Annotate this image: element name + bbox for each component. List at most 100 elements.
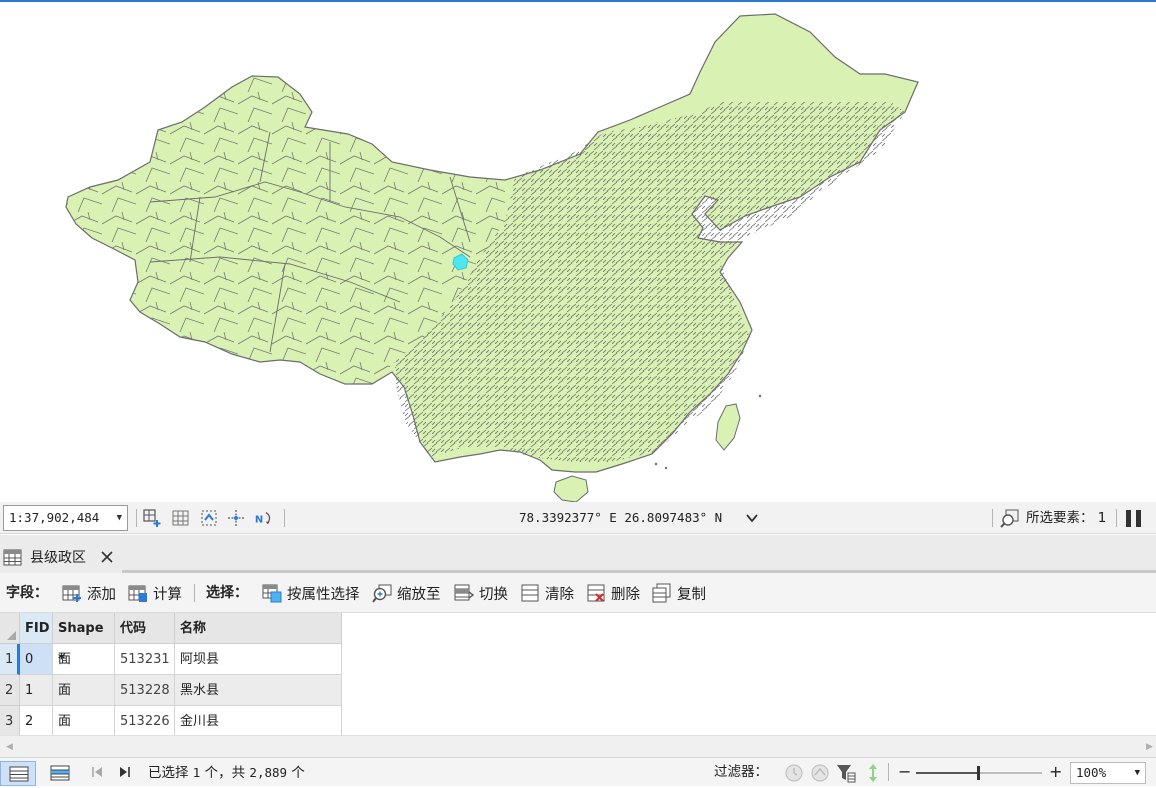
column-header-code[interactable]: 代码 [115, 613, 175, 644]
table-status-bar: 已选择 1 个，共 2,889 个 过滤器： − + 100% ▼ [0, 757, 1156, 786]
column-header-name[interactable]: 名称 [175, 613, 342, 644]
divider [194, 584, 195, 602]
delete-icon [587, 584, 605, 602]
hainan-island [553, 475, 589, 502]
taiwan-island [715, 403, 741, 451]
clear-selection-button[interactable]: 清除 [520, 581, 574, 605]
show-all-records-button[interactable] [0, 761, 36, 786]
scale-selector[interactable]: 1:37,902,484 ▼ [3, 505, 128, 531]
clear-selection-label: 清除 [545, 586, 574, 603]
divider [1116, 509, 1117, 527]
time-filter-icon[interactable] [784, 763, 804, 783]
zoom-to-button[interactable]: 缩放至 [372, 581, 441, 605]
add-field-icon [62, 585, 81, 602]
select-by-attributes-button[interactable]: 按属性选择 [262, 581, 360, 605]
divider [888, 763, 889, 781]
switch-selection-label: 切换 [479, 586, 508, 603]
delete-selection-label: 删除 [611, 586, 640, 603]
select-all-corner[interactable] [0, 613, 20, 644]
zoom-level-selector[interactable]: 100% ▼ [1070, 762, 1146, 784]
crosshair-icon[interactable] [226, 508, 246, 528]
row-header[interactable]: 2 [0, 675, 20, 706]
calculate-field-label: 计算 [153, 586, 182, 603]
fields-label: 字段： [6, 585, 48, 601]
horizontal-scrollbar[interactable]: ◀ ▶ [0, 735, 1156, 757]
selection-suffix: 个 [291, 765, 305, 781]
total-count: 2,889 [249, 765, 288, 780]
attribute-table-grid: FID Shape * 代码 名称 1 0 面 513231 阿坝县 2 1 面… [0, 613, 1156, 735]
copy-selection-button[interactable]: 复制 [652, 581, 706, 605]
chevron-down-icon[interactable] [745, 511, 759, 525]
zoom-to-selection-icon[interactable] [1000, 508, 1020, 528]
table-cell-fid[interactable]: 1 [20, 675, 53, 706]
zoom-to-icon [372, 584, 392, 603]
selection-prefix: 已选择 [148, 765, 189, 781]
selected-features-value: 1 [1097, 510, 1107, 526]
add-field-label: 添加 [87, 586, 116, 603]
map-status-bar: 1:37,902,484 ▼ N 78.3392377° E 26.809748… [0, 502, 1156, 534]
zoom-in-button[interactable]: + [1049, 758, 1062, 787]
snapping-icon[interactable] [199, 508, 219, 528]
pause-drawing-icon[interactable] [1126, 510, 1142, 527]
chevron-down-icon[interactable]: ▼ [1135, 763, 1140, 783]
filter-icon[interactable] [836, 763, 856, 783]
pane-tab-strip: 县级政区 [0, 535, 1156, 573]
tab-title: 县级政区 [30, 550, 86, 566]
table-cell-name[interactable]: 黑水县 [175, 675, 342, 706]
show-selected-records-button[interactable] [42, 761, 78, 786]
sync-extent-icon[interactable] [863, 763, 883, 783]
scale-value: 1:37,902,484 [9, 510, 100, 525]
add-grid-icon[interactable] [142, 508, 162, 528]
select-by-attributes-icon [262, 584, 282, 603]
table-cell-name[interactable]: 阿坝县 [175, 644, 342, 675]
table-cell-shape[interactable]: 面 [53, 675, 115, 706]
zoom-slider-fill [916, 772, 978, 774]
add-field-button[interactable]: 添加 [62, 581, 116, 605]
scroll-right-icon[interactable]: ▶ [1146, 742, 1154, 752]
grid-icon[interactable] [171, 508, 191, 528]
delete-selection-button[interactable]: 删除 [586, 581, 640, 605]
first-record-icon[interactable] [90, 765, 104, 779]
table-cell-fid[interactable]: 2 [20, 706, 53, 735]
selected-records-icon [50, 765, 70, 781]
select-by-attributes-label: 按属性选择 [287, 586, 360, 603]
table-cell-shape[interactable]: 面 [53, 644, 115, 675]
zoom-slider-handle[interactable] [977, 766, 980, 780]
selected-features-count: 所选要素： 1 [1026, 502, 1106, 534]
zoom-level-value: 100% [1076, 765, 1107, 780]
zoom-slider[interactable] [916, 766, 1042, 780]
chevron-down-icon[interactable]: ▼ [117, 506, 122, 530]
calculate-field-button[interactable]: 计算 [128, 581, 182, 605]
table-cell-code[interactable]: 513228 [115, 675, 175, 706]
selection-middle: 个，共 [204, 765, 246, 781]
table-cell-shape[interactable]: 面 [53, 706, 115, 735]
table-cell-fid[interactable]: 0 [20, 644, 53, 675]
china-county-map[interactable] [0, 2, 1156, 502]
selection-status: 已选择 1 个，共 2,889 个 [148, 758, 305, 787]
divider [992, 509, 993, 527]
column-header-fid[interactable]: FID [20, 613, 53, 644]
selection-label: 选择： [206, 585, 248, 601]
all-records-icon [9, 766, 29, 782]
table-toolbar: 字段： 添加 计算 选择： 按属性选择 缩放至 切换 清除 删除 复制 [0, 573, 1156, 613]
north-arrow-icon[interactable]: N [254, 508, 274, 528]
zoom-to-label: 缩放至 [397, 586, 441, 603]
tab-attribute-table[interactable]: 县级政区 [0, 541, 122, 573]
table-cell-code[interactable]: 513226 [115, 706, 175, 735]
column-header-shape[interactable]: Shape * [53, 613, 115, 667]
range-filter-icon[interactable] [810, 763, 830, 783]
table-icon [3, 549, 22, 566]
switch-selection-icon [454, 584, 474, 601]
scroll-left-icon[interactable]: ◀ [6, 742, 14, 752]
switch-selection-button[interactable]: 切换 [454, 581, 508, 605]
table-cell-code[interactable]: 513231 [115, 644, 175, 675]
table-cell-name[interactable]: 金川县 [175, 706, 342, 735]
close-icon[interactable] [100, 550, 114, 564]
copy-selection-label: 复制 [677, 586, 706, 603]
row-header[interactable]: 1 [0, 644, 20, 675]
row-header[interactable]: 3 [0, 706, 20, 735]
calculator-icon [128, 585, 147, 602]
map-view[interactable] [0, 2, 1156, 502]
zoom-out-button[interactable]: − [898, 758, 911, 787]
last-record-icon[interactable] [118, 765, 132, 779]
